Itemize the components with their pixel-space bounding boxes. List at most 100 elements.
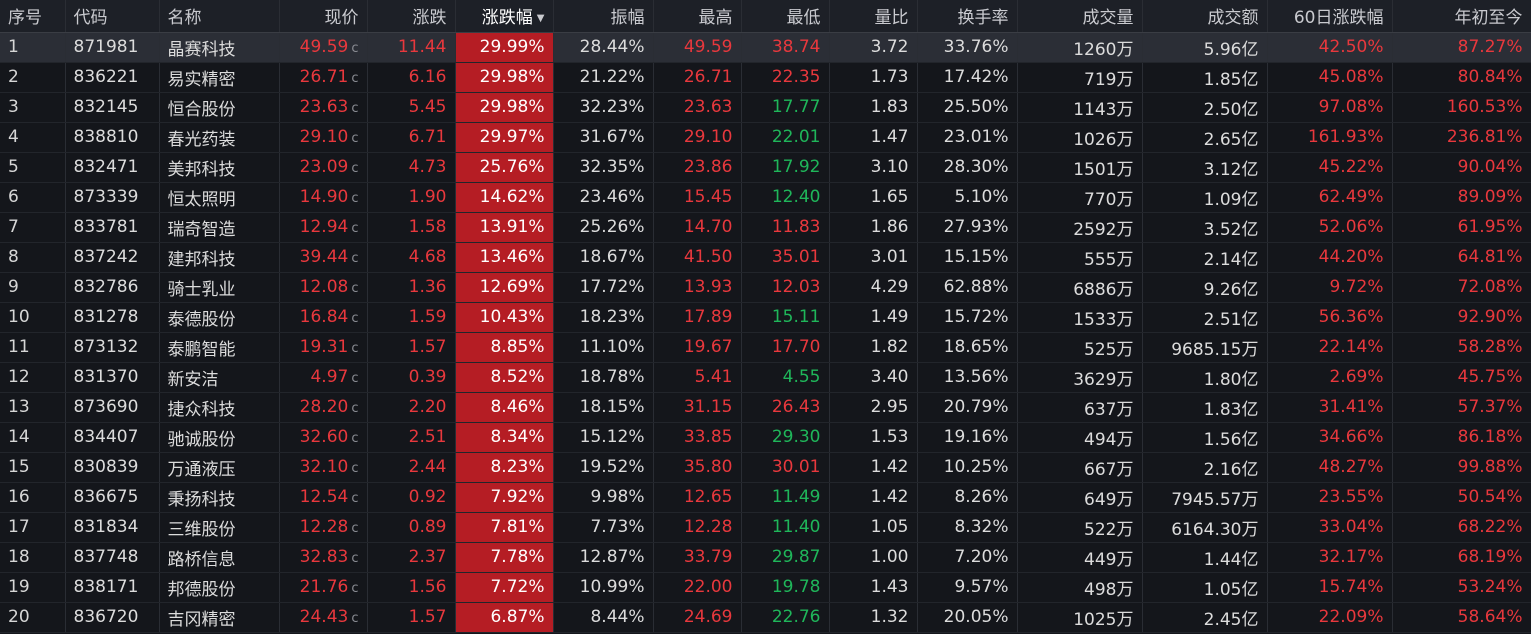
table-row[interactable]: 4 838810 春光药装 29.10 c 6.71 29.97% 31.67% 29.10 22… <box>0 122 1531 153</box>
cell-index: 10 <box>0 302 66 333</box>
col-header-turnover[interactable]: 换手率 <box>917 0 1018 33</box>
cell-high: 17.89 <box>653 302 742 333</box>
cell-low: 19.78 <box>741 572 830 603</box>
table-row[interactable]: 20 836720 吉冈精密 24.43 c 1.57 6.87% 8.44% 24.69 22.… <box>0 602 1531 633</box>
cell-high-value: 26.71 <box>683 67 733 87</box>
cell-ytd: 72.08% <box>1392 272 1531 303</box>
cell-change: 4.68 <box>367 242 456 273</box>
cell-low-value: 29.87 <box>771 547 821 567</box>
table-row[interactable]: 2 836221 易实精密 26.71 c 6.16 29.98% 21.22% 26.71 22… <box>0 62 1531 93</box>
col-header-low[interactable]: 最低 <box>741 0 830 33</box>
cell-change: 0.92 <box>367 482 456 513</box>
cell-change: 6.16 <box>367 62 456 93</box>
cell-volume-ratio: 3.10 <box>829 152 918 183</box>
cell-change: 2.37 <box>367 542 456 573</box>
cell-name-value: 泰鹏智能 <box>167 339 236 360</box>
table-row[interactable]: 13 873690 捷众科技 28.20 c 2.20 8.46% 18.15% 31.15 26… <box>0 392 1531 423</box>
table-row[interactable]: 9 832786 骑士乳业 12.08 c 1.36 12.69% 17.72% 13.93 12… <box>0 272 1531 303</box>
cell-change: 4.73 <box>367 152 456 183</box>
table-row[interactable]: 11 873132 泰鹏智能 19.31 c 1.57 8.85% 11.10% 19.67 17… <box>0 332 1531 363</box>
price-marker: c <box>351 191 359 206</box>
cell-index: 11 <box>0 332 66 363</box>
cell-ytd: 236.81% <box>1392 122 1531 153</box>
cell-ytd: 92.90% <box>1392 302 1531 333</box>
table-row[interactable]: 17 831834 三维股份 12.28 c 0.89 7.81% 7.73% 12.28 11.… <box>0 512 1531 543</box>
cell-name: 恒合股份 <box>159 92 280 123</box>
col-header-amount[interactable]: 成交额 <box>1142 0 1268 33</box>
cell-price: 21.76 c <box>279 572 368 603</box>
table-row[interactable]: 6 873339 恒太照明 14.90 c 1.90 14.62% 23.46% 15.45 12… <box>0 182 1531 213</box>
cell-60d-change-value: 161.93% <box>1307 127 1384 147</box>
cell-low-value: 17.92 <box>771 157 821 177</box>
cell-volume: 522万 <box>1017 512 1143 543</box>
table-row[interactable]: 8 837242 建邦科技 39.44 c 4.68 13.46% 18.67% 41.50 35… <box>0 242 1531 273</box>
cell-change-value: 4.73 <box>408 157 447 177</box>
cell-volume-ratio-value: 1.83 <box>870 97 909 117</box>
cell-code: 873132 <box>65 332 160 363</box>
cell-change-pct: 8.23% <box>455 452 554 483</box>
cell-60d-change-value: 45.22% <box>1318 157 1384 177</box>
col-header-change-pct[interactable]: 涨跌幅 ▼ <box>455 0 554 33</box>
cell-amplitude-value: 11.10% <box>579 337 645 357</box>
cell-price-value: 19.31 <box>299 337 349 357</box>
col-header-ytd[interactable]: 年初至今 <box>1392 0 1531 33</box>
col-header-price[interactable]: 现价 <box>279 0 368 33</box>
col-header-high[interactable]: 最高 <box>653 0 742 33</box>
table-row[interactable]: 5 832471 美邦科技 23.09 c 4.73 25.76% 32.35% 23.86 17… <box>0 152 1531 183</box>
price-marker: c <box>351 401 359 416</box>
cell-volume-ratio-value: 1.05 <box>870 517 909 537</box>
cell-change-pct-value: 29.99% <box>479 37 545 57</box>
cell-price: 23.09 c <box>279 152 368 183</box>
cell-60d-change: 97.08% <box>1267 92 1393 123</box>
cell-change: 1.36 <box>367 272 456 303</box>
table-row[interactable]: 19 838171 邦德股份 21.76 c 1.56 7.72% 10.99% 22.00 19… <box>0 572 1531 603</box>
cell-amplitude: 10.99% <box>553 572 654 603</box>
cell-60d-change-value: 23.55% <box>1318 487 1384 507</box>
cell-turnover: 17.42% <box>917 62 1018 93</box>
cell-index-value: 5 <box>8 157 19 177</box>
table-row[interactable]: 10 831278 泰德股份 16.84 c 1.59 10.43% 18.23% 17.89 1… <box>0 302 1531 333</box>
cell-volume-ratio: 1.43 <box>829 572 918 603</box>
cell-volume-value: 494万 <box>1084 429 1134 450</box>
cell-volume-ratio-value: 1.49 <box>870 307 909 327</box>
cell-60d-change: 161.93% <box>1267 122 1393 153</box>
cell-name-value: 秉扬科技 <box>167 489 236 510</box>
cell-change: 1.57 <box>367 602 456 633</box>
table-row[interactable]: 1 871981 晶赛科技 49.59 c 11.44 29.99% 28.44% 49.59 3… <box>0 32 1531 63</box>
table-row[interactable]: 12 831370 新安洁 4.97 c 0.39 8.52% 18.78% 5.41 4.55 3… <box>0 362 1531 393</box>
table-row[interactable]: 15 830839 万通液压 32.10 c 2.44 8.23% 19.52% 35.80 30… <box>0 452 1531 483</box>
col-header-change[interactable]: 涨跌 <box>367 0 456 33</box>
cell-name-value: 美邦科技 <box>167 159 236 180</box>
cell-code: 833781 <box>65 212 160 243</box>
cell-price: 14.90 c <box>279 182 368 213</box>
col-header-code[interactable]: 代码 <box>65 0 160 33</box>
cell-code: 838171 <box>65 572 160 603</box>
table-row[interactable]: 7 833781 瑞奇智造 12.94 c 1.58 13.91% 25.26% 14.70 11… <box>0 212 1531 243</box>
table-row[interactable]: 3 832145 恒合股份 23.63 c 5.45 29.98% 32.23% 23.63 17… <box>0 92 1531 123</box>
col-header-60d-change[interactable]: 60日涨跌幅 <box>1267 0 1393 33</box>
cell-amount-value: 1.56亿 <box>1203 429 1259 450</box>
cell-low-value: 38.74 <box>771 37 821 57</box>
cell-volume: 555万 <box>1017 242 1143 273</box>
table-row[interactable]: 16 836675 秉扬科技 12.54 c 0.92 7.92% 9.98% 12.65 11.… <box>0 482 1531 513</box>
cell-low-value: 22.01 <box>771 127 821 147</box>
cell-index-value: 9 <box>8 277 19 297</box>
table-row[interactable]: 14 834407 驰诚股份 32.60 c 2.51 8.34% 15.12% 33.85 29… <box>0 422 1531 453</box>
cell-code-value: 836675 <box>73 487 139 507</box>
price-marker: c <box>351 431 359 446</box>
col-header-index[interactable]: 序号 <box>0 0 66 33</box>
col-header-amplitude[interactable]: 振幅 <box>553 0 654 33</box>
cell-turnover: 15.15% <box>917 242 1018 273</box>
cell-low: 22.01 <box>741 122 830 153</box>
cell-amplitude: 18.78% <box>553 362 654 393</box>
col-header-name[interactable]: 名称 <box>159 0 280 33</box>
cell-amount-value: 2.45亿 <box>1203 609 1259 630</box>
cell-low-value: 22.76 <box>771 607 821 627</box>
cell-code: 830839 <box>65 452 160 483</box>
header-row: 序号 代码 名称 现价 涨跌 涨跌幅 ▼ 振幅 最高 最低 量比 换手率 成交量 … <box>0 0 1531 33</box>
col-header-volume[interactable]: 成交量 <box>1017 0 1143 33</box>
cell-high-value: 19.67 <box>683 337 733 357</box>
col-header-volume-ratio[interactable]: 量比 <box>829 0 918 33</box>
cell-turnover: 33.76% <box>917 32 1018 63</box>
table-row[interactable]: 18 837748 路桥信息 32.83 c 2.37 7.78% 12.87% 33.79 29… <box>0 542 1531 573</box>
